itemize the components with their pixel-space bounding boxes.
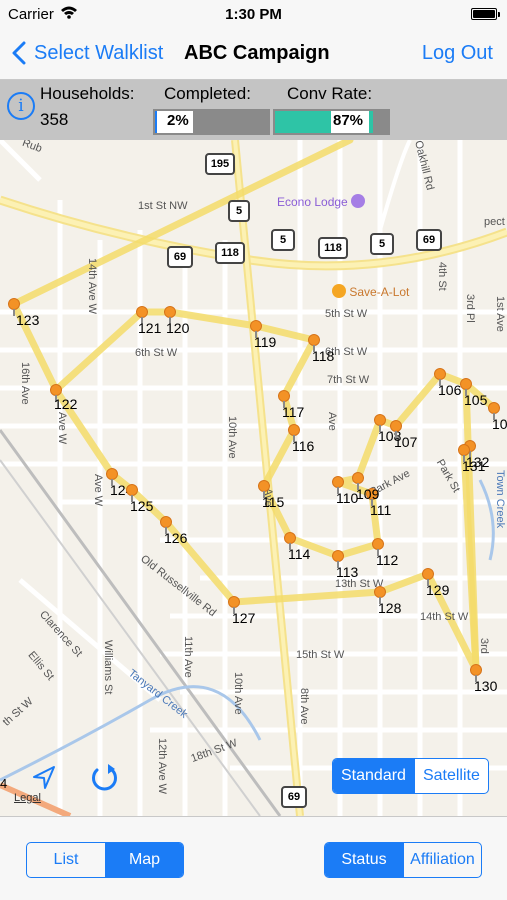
street-label: 12th Ave W: [156, 738, 168, 795]
route-shield: 5: [370, 233, 394, 255]
route-shield: 195: [205, 153, 235, 175]
clock: 1:30 PM: [225, 6, 282, 23]
poi-save-a-lot[interactable]: Save-A-Lot: [332, 284, 409, 299]
location-arrow-icon[interactable]: [30, 764, 58, 792]
back-button-label: Select Walklist: [34, 41, 164, 64]
street-label: Town Creek: [494, 470, 506, 529]
stop-label: 105: [464, 392, 488, 408]
street-label: 10th Ave: [226, 416, 238, 459]
stop-label: 10: [492, 416, 507, 432]
completed-progress-bar: 2%: [153, 109, 270, 135]
list-view-button[interactable]: List: [27, 843, 105, 877]
standard-map-button[interactable]: Standard: [333, 759, 414, 793]
street-label: 1st Ave: [494, 296, 506, 332]
page-title: ABC Campaign: [184, 42, 330, 64]
route-shield: 118: [318, 237, 348, 259]
street-label: 6th St W: [135, 347, 178, 359]
stop-label: 107: [394, 434, 418, 450]
stop-label: 122: [54, 396, 78, 412]
street-label: 16th Ave: [19, 362, 31, 405]
affiliation-button[interactable]: Affiliation: [403, 843, 481, 877]
completed-value: 2%: [167, 112, 189, 129]
app-root: Carrier 1:30 PM Select Walklist ABC Camp…: [0, 0, 507, 900]
bottom-toolbar: List Map Status Affiliation: [0, 816, 507, 900]
street-label: 3rd Pl: [464, 294, 476, 323]
route-shield: 5: [271, 229, 295, 251]
battery-icon: [471, 8, 500, 20]
stop-label: 129: [426, 582, 450, 598]
stop-label: 113: [336, 564, 359, 580]
map-view[interactable]: Rub 1st St NW 5th St W 6th St W 6th St W…: [0, 140, 507, 816]
refresh-icon[interactable]: [88, 760, 122, 796]
color-mode-control: Status Affiliation: [324, 842, 482, 878]
pin-stem: [13, 309, 15, 316]
stop-label: 127: [232, 610, 256, 626]
households-value: 358: [40, 110, 69, 129]
lodging-icon: [351, 194, 366, 208]
street-label: 4th St: [436, 262, 448, 291]
stop-label: 126: [164, 530, 188, 546]
stop-label: 112: [376, 552, 399, 568]
street-label: 5th St W: [325, 308, 368, 320]
stop-label: 130: [474, 678, 498, 694]
stop-label: 119: [254, 334, 277, 350]
stop-label: 131: [462, 458, 486, 474]
view-mode-control: List Map: [26, 842, 184, 878]
street-label: 14th Ave W: [86, 258, 98, 315]
street-label: 15th St W: [296, 649, 345, 661]
stop-label: 114: [288, 546, 311, 562]
conv-rate-progress-bar: 87%: [273, 109, 390, 135]
stop-label: 110: [336, 490, 359, 506]
navigation-bar: Select Walklist ABC Campaign Log Out: [0, 28, 507, 80]
conv-rate-label: Conv Rate:: [287, 84, 373, 103]
cart-icon: [332, 284, 346, 298]
satellite-map-button[interactable]: Satellite: [413, 759, 488, 793]
street-label: 7th St W: [327, 374, 370, 386]
stop-label: 125: [130, 498, 154, 514]
street-label: Ave W: [56, 412, 68, 445]
stop-label: 116: [292, 438, 315, 454]
status-bar: Carrier 1:30 PM: [0, 0, 507, 28]
logout-button[interactable]: Log Out: [422, 42, 493, 65]
route-shield: 69: [281, 786, 307, 808]
poi-econo-lodge[interactable]: Econo Lodge: [277, 194, 366, 209]
stop-label: 123: [16, 312, 40, 328]
street-label: 1st St NW: [138, 200, 188, 212]
stop-label: 111: [370, 502, 392, 518]
conv-rate-value: 87%: [333, 112, 364, 129]
route-shield: 5: [228, 200, 250, 222]
chevron-left-icon: [12, 41, 26, 65]
route-shield: 118: [215, 242, 245, 264]
stats-bar: i Households: 358 Completed: 2% Conv Rat…: [0, 80, 507, 140]
stop-label: 117: [282, 404, 305, 420]
map-view-button[interactable]: Map: [105, 843, 183, 877]
stop-label: 106: [438, 382, 462, 398]
stop-label: 121: [138, 320, 162, 336]
map-edge-number: 4: [0, 776, 8, 791]
stop-label: 115: [262, 494, 285, 510]
street-label: 8th Ave: [298, 688, 310, 725]
street-label: 11th Ave: [182, 636, 194, 678]
legal-link[interactable]: Legal: [14, 792, 41, 804]
info-icon[interactable]: i: [7, 92, 35, 120]
route-shield: 69: [167, 246, 193, 268]
street-label: 3rd: [478, 638, 490, 654]
stop-label: 109: [356, 486, 380, 502]
street-label: 14th St W: [420, 611, 469, 623]
households-label: Households:: [40, 84, 135, 103]
back-button[interactable]: Select Walklist: [12, 38, 163, 68]
street-label: Ave: [326, 412, 338, 431]
route-shield: 69: [416, 229, 442, 251]
stop-label: 120: [166, 320, 190, 336]
status-button[interactable]: Status: [325, 843, 403, 877]
street-label: pect Rd: [484, 216, 507, 228]
street-label: 10th Ave: [232, 672, 244, 715]
completed-label: Completed:: [164, 84, 251, 103]
street-label: Ave W: [92, 474, 104, 507]
map-type-control: Standard Satellite: [332, 758, 489, 794]
stop-label: 128: [378, 600, 402, 616]
street-label: Williams St: [102, 640, 114, 695]
stop-label: 118: [312, 348, 335, 364]
